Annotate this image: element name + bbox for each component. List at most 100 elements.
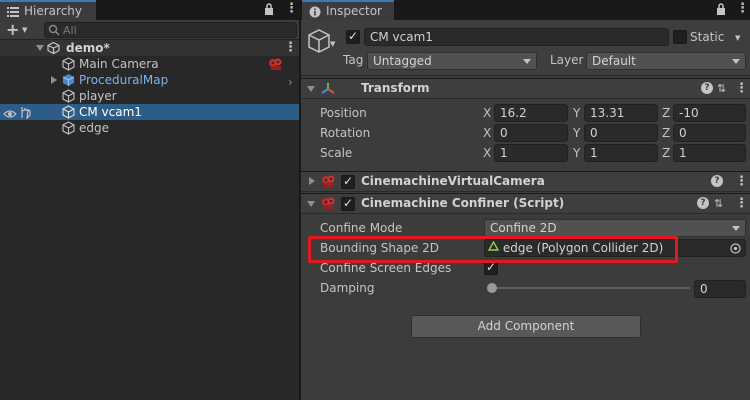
hierarchy-item-label: edge — [79, 121, 109, 135]
component-menu-icon[interactable]: ⋮ — [735, 175, 748, 188]
chevron-down-icon — [732, 59, 740, 64]
scale-x-field[interactable]: 1 — [494, 144, 568, 162]
scale-y-field[interactable]: 1 — [584, 144, 658, 162]
inspector-menu-icon[interactable]: ⋮ — [736, 2, 749, 15]
component-menu-icon[interactable]: ⋮ — [735, 197, 748, 210]
damping-label: Damping — [320, 281, 375, 295]
position-label: Position — [320, 106, 367, 120]
axis-x-label: X — [483, 106, 492, 120]
preset-icon[interactable]: ⇅ — [714, 197, 723, 210]
rotation-x-field[interactable]: 0 — [494, 124, 568, 142]
search-input[interactable] — [63, 23, 293, 37]
axis-y-label: Y — [573, 126, 581, 140]
hierarchy-menu-icon[interactable]: ⋮ — [285, 2, 298, 15]
tab-inspector[interactable]: Inspector — [302, 0, 394, 20]
transform-header[interactable]: Transform ? ⇅ ⋮ — [301, 78, 750, 99]
static-checkbox[interactable] — [673, 30, 687, 44]
scale-label: Scale — [320, 146, 353, 160]
virtual-camera-enabled-checkbox[interactable] — [341, 174, 355, 189]
position-y-field[interactable]: 13.31 — [584, 104, 658, 122]
static-dropdown-icon[interactable]: ▼ — [735, 34, 740, 42]
tag-label: Tag — [343, 53, 364, 67]
axis-z-label: Z — [662, 126, 671, 140]
scale-z-field[interactable]: 1 — [673, 144, 746, 162]
gameobject-large-icon — [307, 28, 331, 57]
layer-dropdown[interactable]: Default — [586, 52, 746, 70]
cinemachine-icon — [321, 174, 337, 191]
inspector-panel: Inspector ⋮ ▼ CM vcam1 Static ▼ Tag Unta… — [301, 0, 750, 400]
collapse-component-icon[interactable] — [307, 201, 315, 207]
tab-inspector-label: Inspector — [326, 4, 382, 18]
script-icon — [321, 196, 337, 213]
hierarchy-item-label: CM vcam1 — [79, 105, 142, 119]
transform-title: Transform — [361, 81, 430, 95]
add-component-button[interactable]: Add Component — [411, 315, 641, 338]
axis-y-label: Y — [573, 106, 581, 120]
search-icon — [48, 24, 60, 39]
scene-menu-icon[interactable]: ⋮ — [284, 41, 297, 54]
help-icon[interactable]: ? — [697, 197, 709, 209]
hierarchy-panel: Hierarchy ⋮ + ▼ demo* ⋮ Main Camera — [0, 0, 299, 400]
hierarchy-search[interactable] — [44, 22, 297, 38]
component-menu-icon[interactable]: ⋮ — [735, 82, 748, 95]
scene-name: demo* — [66, 41, 110, 55]
virtual-camera-title: CinemachineVirtualCamera — [361, 174, 545, 188]
damping-slider-track[interactable] — [488, 287, 690, 289]
lock-icon[interactable] — [264, 3, 274, 18]
hierarchy-toolbar: + ▼ — [0, 20, 299, 40]
object-name-field[interactable]: CM vcam1 — [364, 28, 669, 46]
hierarchy-item-label: Main Camera — [79, 57, 159, 71]
hierarchy-item-label: ProceduralMap — [79, 73, 169, 87]
chevron-down-icon — [732, 226, 740, 231]
icon-dropdown-icon[interactable]: ▼ — [330, 40, 335, 48]
create-dropdown-icon[interactable]: ▼ — [22, 26, 27, 34]
confiner-enabled-checkbox[interactable] — [341, 196, 355, 211]
help-icon[interactable]: ? — [701, 82, 713, 94]
collapse-transform-icon[interactable] — [307, 86, 315, 92]
axis-x-label: X — [483, 146, 492, 160]
position-x-field[interactable]: 16.2 — [494, 104, 568, 122]
transform-icon — [321, 82, 335, 99]
damping-slider-handle[interactable] — [487, 283, 497, 293]
chevron-down-icon — [523, 59, 531, 64]
lock-icon[interactable] — [716, 3, 726, 18]
active-checkbox[interactable] — [346, 29, 360, 44]
layer-label: Layer — [550, 53, 584, 67]
confiner-title: Cinemachine Confiner (Script) — [361, 196, 565, 210]
confine-screen-edges-checkbox[interactable] — [484, 260, 498, 275]
static-label: Static — [690, 30, 725, 44]
tab-hierarchy[interactable]: Hierarchy — [0, 0, 96, 20]
axis-y-label: Y — [573, 146, 581, 160]
confine-mode-dropdown[interactable]: Confine 2D — [484, 219, 746, 237]
rotation-label: Rotation — [320, 126, 371, 140]
object-picker-icon[interactable] — [730, 242, 741, 256]
hierarchy-item-edge[interactable]: edge — [0, 120, 299, 136]
axis-z-label: Z — [662, 146, 671, 160]
confine-mode-value: Confine 2D — [490, 221, 557, 235]
axis-x-label: X — [483, 126, 492, 140]
virtual-camera-header[interactable]: CinemachineVirtualCamera ? ⋮ — [301, 171, 750, 192]
hierarchy-item-proceduralmap[interactable]: ProceduralMap › — [0, 72, 299, 89]
preset-icon[interactable]: ⇅ — [717, 82, 726, 95]
confine-screen-edges-label: Confine Screen Edges — [320, 261, 452, 275]
tab-hierarchy-label: Hierarchy — [24, 4, 83, 18]
damping-field[interactable]: 0 — [694, 280, 746, 298]
create-button[interactable]: + — [6, 20, 19, 40]
confiner-header[interactable]: Cinemachine Confiner (Script) ? ⇅ ⋮ — [301, 193, 750, 214]
help-icon[interactable]: ? — [711, 175, 723, 187]
expand-item-icon[interactable] — [51, 76, 57, 84]
scene-row[interactable]: demo* ⋮ — [0, 40, 299, 56]
position-z-field[interactable]: -10 — [673, 104, 746, 122]
hierarchy-item-main-camera[interactable]: Main Camera — [0, 56, 299, 72]
layer-value: Default — [592, 54, 636, 68]
tag-value: Untagged — [373, 54, 432, 68]
expand-scene-icon[interactable] — [36, 45, 44, 51]
highlight-annotation-box — [308, 236, 678, 263]
hierarchy-item-label: player — [79, 89, 117, 103]
tag-dropdown[interactable]: Untagged — [367, 52, 537, 70]
hierarchy-item-player[interactable]: player — [0, 88, 299, 104]
rotation-z-field[interactable]: 0 — [673, 124, 746, 142]
rotation-y-field[interactable]: 0 — [584, 124, 658, 142]
expand-component-icon[interactable] — [309, 177, 315, 185]
hierarchy-item-cm-vcam1[interactable]: CM vcam1 — [0, 104, 299, 120]
